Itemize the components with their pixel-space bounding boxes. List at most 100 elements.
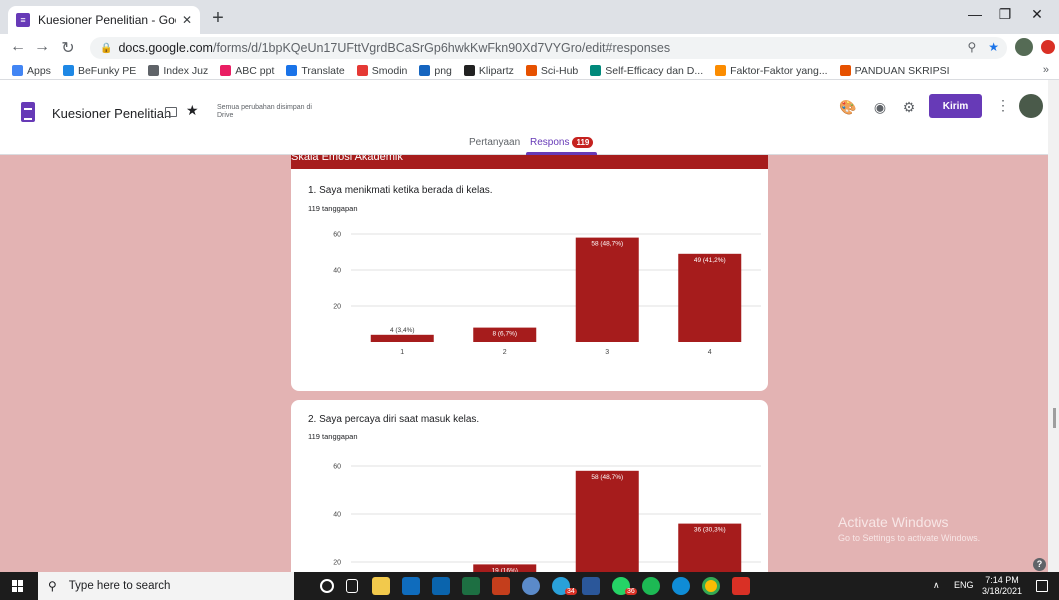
reload-icon[interactable]: ↻ bbox=[58, 38, 78, 58]
excel-icon[interactable] bbox=[462, 577, 480, 595]
notifications-icon[interactable] bbox=[1036, 580, 1048, 592]
taskbar-search[interactable]: ⚲ Type here to search bbox=[38, 572, 294, 600]
browser-profile-avatar[interactable] bbox=[1015, 38, 1033, 56]
google-forms-favicon-icon: ≡ bbox=[16, 13, 30, 27]
bar-data-label: 36 (30,3%) bbox=[694, 527, 726, 534]
search-icon: ⚲ bbox=[48, 579, 57, 593]
store-icon[interactable] bbox=[402, 577, 420, 595]
bookmark-item[interactable]: PANDUAN SKRIPSI bbox=[839, 65, 950, 77]
question-card: 1. Saya menikmati ketika berada di kelas… bbox=[291, 169, 768, 391]
folder-icon[interactable] bbox=[165, 107, 177, 117]
tab-questions[interactable]: Pertanyaan bbox=[469, 137, 520, 148]
more-bookmarks-icon[interactable]: » bbox=[1043, 64, 1049, 76]
scrollbar-track[interactable] bbox=[1048, 80, 1059, 572]
star-icon[interactable]: ★ bbox=[186, 102, 199, 119]
language-indicator[interactable]: ENG bbox=[954, 580, 974, 590]
y-tick-label: 40 bbox=[333, 268, 341, 275]
klipartz-icon bbox=[463, 65, 475, 76]
new-tab-button[interactable]: + bbox=[206, 8, 230, 30]
apps-grid-icon bbox=[12, 65, 23, 76]
form-tabs: Pertanyaan Respons 119 bbox=[0, 135, 1059, 155]
send-button[interactable]: Kirim bbox=[929, 94, 982, 118]
mail-icon[interactable] bbox=[432, 577, 450, 595]
scrollbar-thumb[interactable] bbox=[1053, 408, 1056, 428]
tab-title: Kuesioner Penelitian - Google Fo bbox=[38, 13, 176, 27]
app-icon[interactable] bbox=[522, 577, 540, 595]
account-avatar[interactable] bbox=[1019, 94, 1043, 118]
bookmark-item[interactable]: Apps bbox=[12, 65, 51, 77]
bar[interactable] bbox=[678, 253, 742, 342]
whatsapp-badge: 36 bbox=[625, 588, 637, 595]
png-icon bbox=[419, 65, 431, 76]
zoom-icon[interactable]: ⚲ bbox=[967, 40, 976, 54]
panduan-icon bbox=[839, 65, 851, 76]
google-forms-logo-icon[interactable] bbox=[21, 102, 35, 122]
spotify-icon[interactable] bbox=[642, 577, 660, 595]
bookmarks-bar: Apps BeFunky PE Index Juz ABC ppt Transl… bbox=[0, 62, 1059, 80]
chrome-icon[interactable] bbox=[702, 577, 720, 595]
taskbar-clock[interactable]: 7:14 PM 3/18/2021 bbox=[980, 575, 1024, 597]
forward-arrow-icon[interactable]: → bbox=[32, 38, 52, 56]
bookmark-item[interactable]: png bbox=[419, 65, 452, 77]
palette-icon[interactable]: 🎨 bbox=[838, 99, 858, 116]
smodin-icon bbox=[356, 65, 368, 76]
watermark-title: Activate Windows bbox=[838, 514, 949, 530]
abc-ppt-icon bbox=[220, 65, 232, 76]
taskbar-search-placeholder: Type here to search bbox=[68, 580, 171, 592]
task-view-icon[interactable] bbox=[346, 579, 358, 593]
word-icon[interactable] bbox=[582, 577, 600, 595]
edge-icon[interactable] bbox=[672, 577, 690, 595]
restore-window-icon[interactable]: ❐ bbox=[990, 6, 1020, 23]
clock-date: 3/18/2021 bbox=[981, 586, 1023, 596]
bookmark-item[interactable]: Smodin bbox=[356, 65, 407, 77]
close-window-icon[interactable]: ✕ bbox=[1022, 6, 1052, 23]
preview-eye-icon[interactable]: ◉ bbox=[870, 99, 890, 116]
windows-taskbar: ⚲ Type here to search 34 36 ∧ ENG 7:14 P… bbox=[0, 572, 1059, 600]
minimize-window-icon[interactable]: — bbox=[960, 6, 990, 22]
windows-start-icon[interactable] bbox=[12, 580, 24, 592]
index-juz-icon bbox=[148, 65, 160, 76]
clock-time: 7:14 PM bbox=[985, 575, 1019, 585]
y-tick-label: 20 bbox=[333, 560, 341, 567]
bookmark-star-icon[interactable]: ★ bbox=[988, 40, 999, 54]
bookmark-item[interactable]: Self-Efficacy dan D... bbox=[590, 65, 703, 77]
x-tick-label: 4 bbox=[708, 349, 712, 356]
help-icon[interactable]: ? bbox=[1033, 558, 1046, 571]
bar[interactable] bbox=[575, 470, 639, 572]
extension-icon[interactable] bbox=[1041, 40, 1055, 54]
browser-toolbar: ← → ↻ 🔒 docs.google.com/forms/d/1bpKQeUn… bbox=[0, 34, 1059, 62]
bookmark-item[interactable]: Klipartz bbox=[463, 65, 514, 77]
bar[interactable] bbox=[370, 334, 434, 342]
powerpoint-icon[interactable] bbox=[492, 577, 510, 595]
browser-tab-active[interactable]: ≡ Kuesioner Penelitian - Google Fo ✕ bbox=[8, 6, 200, 34]
y-tick-label: 60 bbox=[333, 232, 341, 239]
activate-windows-watermark: Activate Windows Go to Settings to activ… bbox=[838, 514, 980, 543]
bar-chart: 2040606 (5%)19 (16%)58 (48,7%)36 (30,3%) bbox=[333, 464, 761, 572]
bookmark-item[interactable]: BeFunky PE bbox=[62, 65, 136, 77]
more-options-icon[interactable]: ⋮ bbox=[996, 97, 1010, 114]
browser-tab-strip: ≡ Kuesioner Penelitian - Google Fo ✕ + —… bbox=[0, 0, 1059, 34]
acrobat-icon[interactable] bbox=[732, 577, 750, 595]
section-title: Skala Emosi Akademik bbox=[291, 155, 403, 163]
bookmark-item[interactable]: Faktor-Faktor yang... bbox=[715, 65, 828, 77]
show-hidden-icons-icon[interactable]: ∧ bbox=[933, 580, 940, 591]
url-path: /forms/d/1bpKQeUn17UFttVgrdBCaSrGp6hwkKw… bbox=[212, 41, 671, 55]
bar-data-label: 4 (3,4%) bbox=[390, 327, 415, 334]
watermark-subtitle: Go to Settings to activate Windows. bbox=[838, 533, 981, 543]
form-title[interactable]: Kuesioner Penelitian bbox=[52, 106, 171, 121]
bookmark-item[interactable]: Sci-Hub bbox=[525, 65, 578, 77]
tab-responses-label: Respons bbox=[530, 137, 570, 148]
save-status: Semua perubahan disimpan di Drive bbox=[217, 104, 312, 119]
cortana-icon[interactable] bbox=[320, 579, 334, 593]
bookmark-item[interactable]: ABC ppt bbox=[220, 65, 274, 77]
close-tab-icon[interactable]: ✕ bbox=[182, 13, 192, 27]
bookmark-item[interactable]: Translate bbox=[286, 65, 345, 77]
settings-gear-icon[interactable]: ⚙ bbox=[899, 99, 919, 116]
bookmark-item[interactable]: Index Juz bbox=[148, 65, 208, 77]
file-explorer-icon[interactable] bbox=[372, 577, 390, 595]
bookmark-site-icon bbox=[715, 65, 727, 76]
back-arrow-icon[interactable]: ← bbox=[8, 38, 28, 56]
tab-responses[interactable]: Respons 119 bbox=[530, 137, 594, 148]
address-bar[interactable]: 🔒 docs.google.com/forms/d/1bpKQeUn17UFtt… bbox=[90, 37, 1007, 59]
bar[interactable] bbox=[575, 237, 639, 342]
